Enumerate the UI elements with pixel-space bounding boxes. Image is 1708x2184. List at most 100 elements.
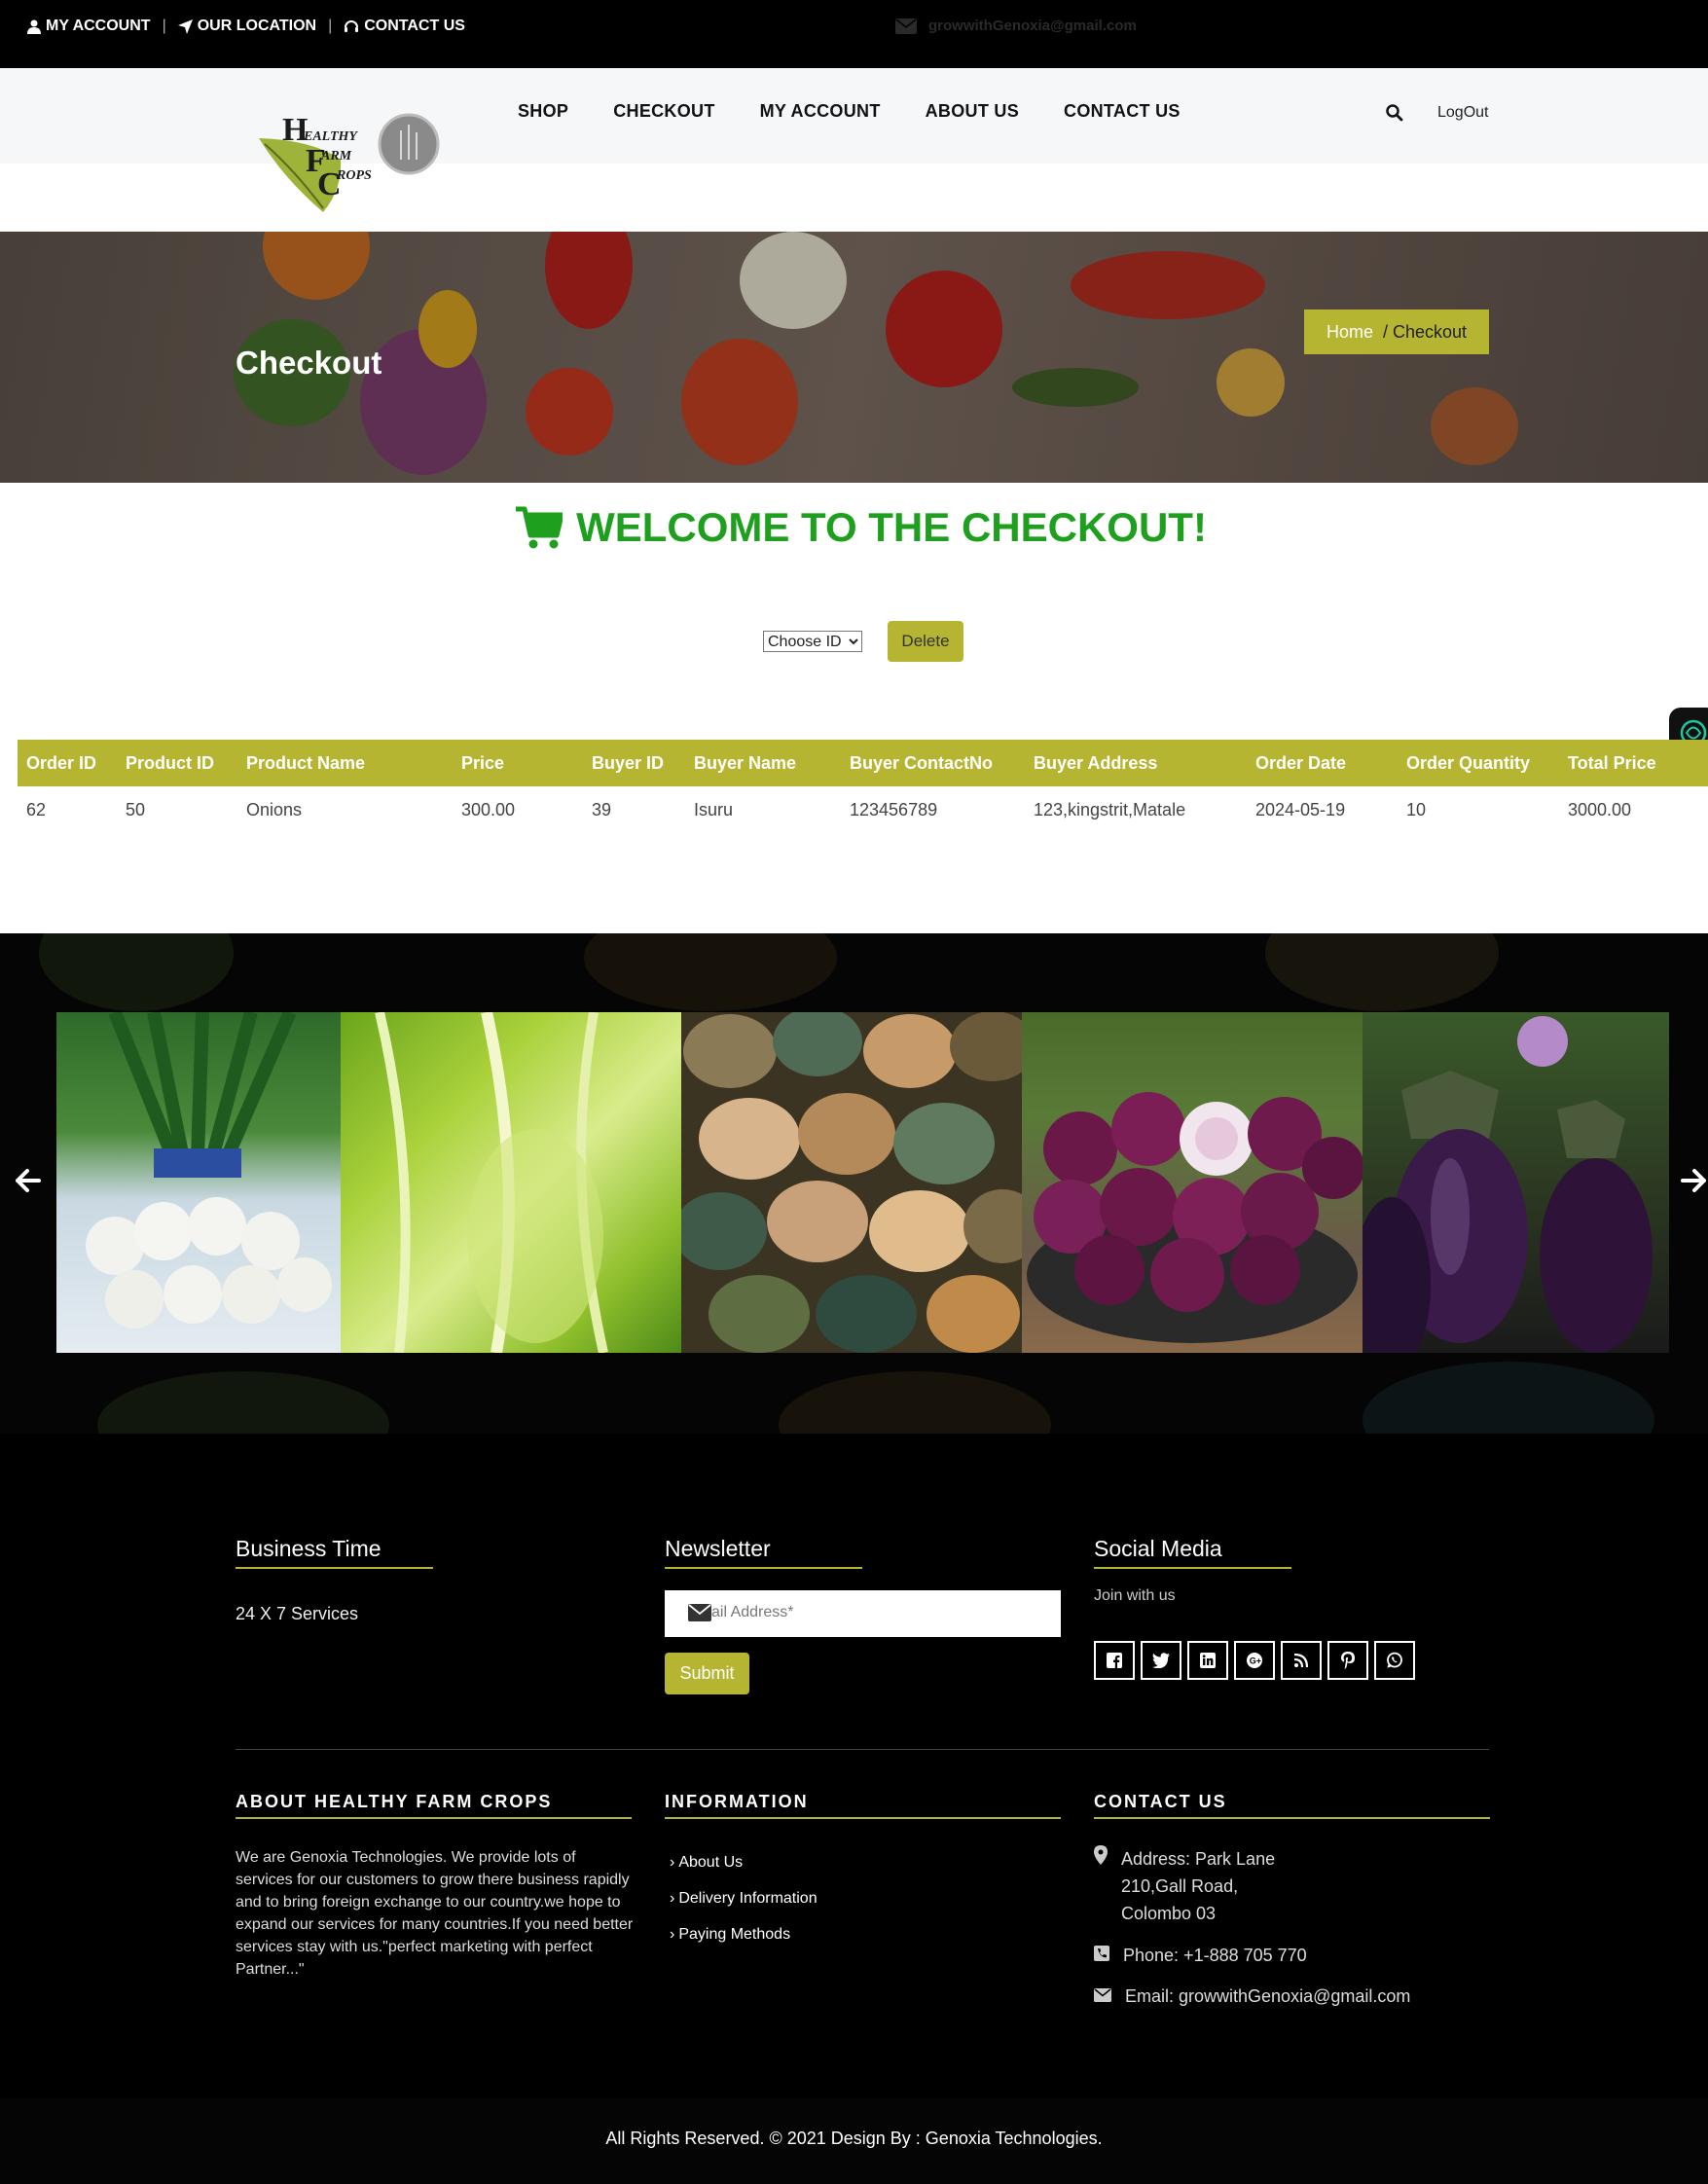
top-links: MY ACCOUNT | OUR LOCATION | CONTACT US	[27, 18, 465, 35]
chevron-right-icon: ›	[670, 1890, 675, 1907]
user-icon	[27, 19, 41, 34]
breadcrumb: Home / Checkout	[1304, 309, 1489, 354]
cell-order-quantity: 10	[1406, 799, 1427, 819]
top-bar: MY ACCOUNT | OUR LOCATION | CONTACT US g…	[0, 0, 1708, 68]
product-gallery	[0, 933, 1708, 1434]
gallery-bg-veg	[1363, 1362, 1654, 1434]
top-link-contact-us[interactable]: CONTACT US	[344, 18, 465, 35]
gallery-item-lettuce[interactable]	[341, 1012, 681, 1353]
chevron-right-icon: ›	[670, 1854, 675, 1871]
linkedin-icon[interactable]	[1187, 1641, 1228, 1680]
contact-phone-text[interactable]: Phone: +1-888 705 770	[1123, 1942, 1307, 1969]
info-link-about-us[interactable]: › About Us	[670, 1854, 743, 1872]
svg-text:ROPS: ROPS	[336, 168, 372, 183]
delete-button[interactable]: Delete	[888, 621, 963, 662]
social-media-underline	[1094, 1567, 1291, 1569]
whatsapp-icon[interactable]	[1374, 1641, 1415, 1680]
gallery-next-arrow-icon[interactable]	[1681, 1166, 1708, 1202]
cell-buyer-address: 123,kingstrit,Matale	[1034, 799, 1186, 819]
address-line: 210,Gall Road,	[1121, 1876, 1239, 1896]
gallery-bg-veg	[97, 1371, 389, 1434]
gallery-bg-veg	[584, 933, 837, 1011]
svg-text:EALTHY: EALTHY	[303, 129, 358, 144]
cell-product-name: Onions	[246, 799, 303, 819]
col-product-name: Product Name	[237, 740, 453, 786]
facebook-icon[interactable]	[1094, 1641, 1135, 1680]
svg-text:G+: G+	[1250, 1656, 1261, 1666]
envelope-icon	[1094, 1983, 1111, 2010]
gallery-bg-veg	[1265, 933, 1499, 1011]
info-link-delivery[interactable]: › Delivery Information	[670, 1890, 818, 1908]
contact-email-text[interactable]: Email: growwithGenoxia@gmail.com	[1125, 1983, 1410, 2010]
order-id-select[interactable]: Choose ID	[763, 631, 862, 652]
logo-image: H EALTHY F ARM C ROPS	[259, 112, 440, 212]
contact-address-lines: Address: Park Lane 210,Gall Road, Colomb…	[1121, 1845, 1275, 1927]
search-icon[interactable]	[1386, 104, 1403, 127]
logout-link[interactable]: LogOut	[1437, 104, 1488, 122]
gallery-prev-arrow-icon[interactable]	[14, 1166, 41, 1202]
col-buyer-contact: Buyer ContactNo	[841, 740, 1025, 786]
social-icons: G+	[1094, 1641, 1415, 1680]
cell-order-id: 62	[26, 799, 47, 819]
col-order-date: Order Date	[1247, 740, 1398, 786]
cell-buyer-contact: 123456789	[850, 799, 938, 819]
social-media-title: Social Media	[1094, 1536, 1222, 1561]
newsletter-submit-button[interactable]: Submit	[665, 1653, 749, 1694]
col-price: Price	[453, 740, 583, 786]
top-link-our-location-label: OUR LOCATION	[197, 18, 317, 34]
business-time-underline	[236, 1567, 433, 1569]
col-product-id: Product ID	[117, 740, 237, 786]
cell-total-price: 3000.00	[1568, 799, 1632, 819]
col-order-id: Order ID	[18, 740, 117, 786]
nav-my-account[interactable]: MY ACCOUNT	[760, 101, 881, 122]
top-link-our-location[interactable]: OUR LOCATION	[177, 18, 317, 35]
about-title: ABOUT HEALTHY FARM CROPS	[236, 1792, 553, 1811]
rss-icon[interactable]	[1281, 1641, 1322, 1680]
col-buyer-id: Buyer ID	[583, 740, 685, 786]
google-plus-icon[interactable]: G+	[1234, 1641, 1275, 1680]
envelope-icon[interactable]	[688, 1604, 1043, 1626]
gallery-item-pumpkin[interactable]	[681, 1012, 1022, 1353]
top-link-my-account[interactable]: MY ACCOUNT	[27, 18, 151, 35]
nav-about-us[interactable]: ABOUT US	[926, 101, 1019, 122]
copyright-text: All Rights Reserved. © 2021 Design By : …	[605, 2129, 1103, 2148]
site-logo[interactable]: H EALTHY F ARM C ROPS	[255, 111, 442, 218]
newsletter-email-input[interactable]: Email Address*	[665, 1590, 1061, 1637]
address-line: Address: Park Lane	[1121, 1849, 1276, 1869]
newsletter-underline	[665, 1567, 862, 1569]
cell-buyer-id: 39	[592, 799, 612, 819]
top-link-contact-us-label: CONTACT US	[364, 18, 465, 34]
page-title: Checkout	[236, 345, 382, 381]
about-underline	[236, 1817, 632, 1819]
top-link-my-account-label: MY ACCOUNT	[46, 18, 151, 34]
twitter-icon[interactable]	[1141, 1641, 1181, 1680]
gallery-item-turnip[interactable]	[56, 1012, 341, 1353]
nav-checkout[interactable]: CHECKOUT	[613, 101, 714, 122]
cell-product-id: 50	[126, 799, 146, 819]
cell-order-date: 2024-05-19	[1255, 799, 1346, 819]
contact-email: Email: growwithGenoxia@gmail.com	[1094, 1983, 1410, 2010]
map-marker-icon	[1094, 1845, 1108, 1927]
pinterest-icon[interactable]	[1327, 1641, 1368, 1680]
newsletter-title: Newsletter	[665, 1536, 771, 1561]
col-buyer-name: Buyer Name	[685, 740, 841, 786]
welcome-text: WELCOME TO THE CHECKOUT!	[576, 504, 1207, 550]
eggplant-image	[1363, 1016, 1653, 1353]
nav-contact-us[interactable]: CONTACT US	[1064, 101, 1181, 122]
about-text: We are Genoxia Technologies. We provide …	[236, 1849, 634, 1978]
gallery-item-onion[interactable]	[1022, 1012, 1363, 1353]
separator: |	[328, 18, 333, 34]
business-time-text: 24 X 7 Services	[236, 1604, 359, 1623]
order-controls: Choose ID Delete	[763, 621, 963, 662]
separator: |	[162, 18, 166, 34]
turnip-image	[86, 1012, 332, 1329]
onion-image	[1027, 1092, 1363, 1343]
breadcrumb-home[interactable]: Home	[1326, 322, 1373, 343]
table-header-row: Order ID Product ID Product Name Price B…	[18, 740, 1708, 786]
top-email[interactable]: growwithGenoxia@gmail.com	[895, 18, 1137, 34]
info-link-paying-methods[interactable]: › Paying Methods	[670, 1926, 790, 1944]
info-link-label: Delivery Information	[678, 1890, 818, 1907]
gallery-item-eggplant[interactable]	[1363, 1012, 1669, 1353]
nav-shop[interactable]: SHOP	[518, 101, 568, 122]
social-media-text: Join with us	[1094, 1587, 1176, 1604]
